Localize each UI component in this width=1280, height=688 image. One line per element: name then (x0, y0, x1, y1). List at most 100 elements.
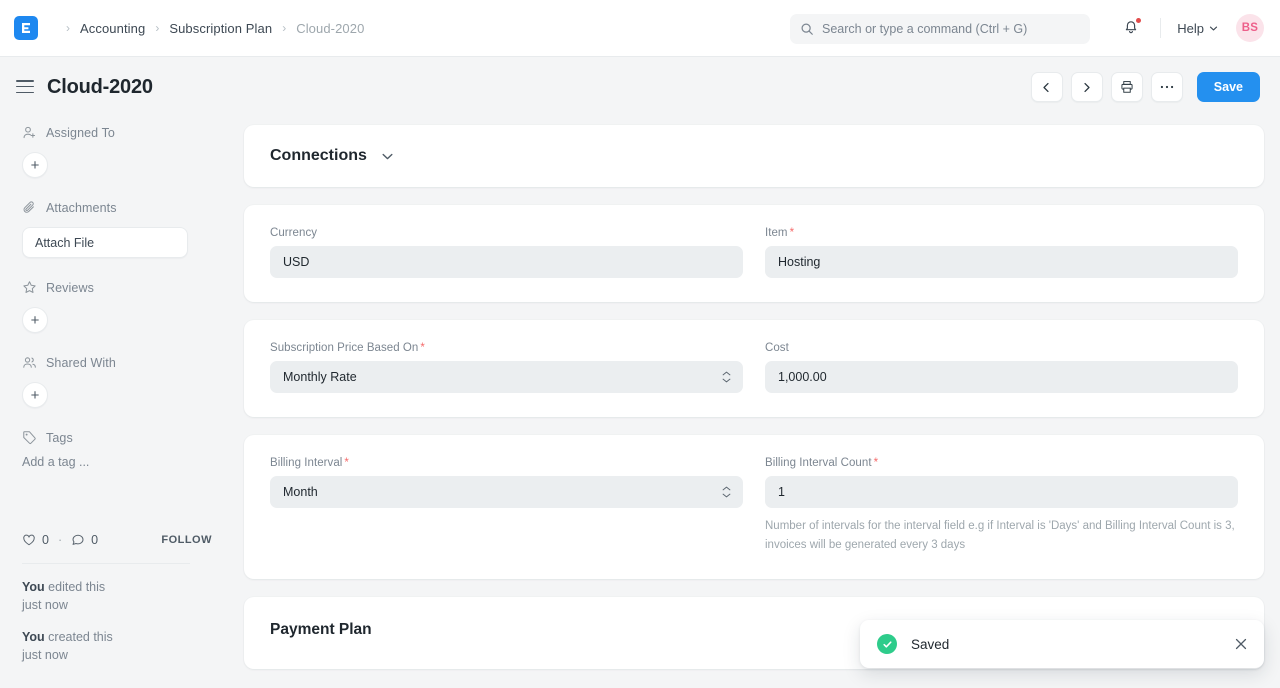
add-share-button[interactable]: + (22, 382, 48, 408)
add-assignment-button[interactable]: + (22, 152, 48, 178)
sidebar-section-reviews: Reviews + (22, 280, 212, 333)
activity-actor: You (22, 630, 45, 644)
like-button[interactable]: 0 (22, 533, 49, 547)
field-item: Item* Hosting (765, 227, 1238, 278)
comment-icon (71, 533, 85, 547)
help-menu[interactable]: Help (1177, 21, 1218, 36)
required-indicator: * (344, 457, 349, 469)
currency-input[interactable]: USD (270, 246, 743, 278)
breadcrumb-item-subscription-plan[interactable]: Subscription Plan (169, 21, 272, 36)
global-search[interactable] (790, 14, 1090, 44)
heart-icon (22, 533, 36, 547)
user-plus-icon (22, 125, 37, 140)
field-cost: Cost 1,000.00 (765, 342, 1238, 393)
field-label: Currency (270, 227, 743, 239)
toast-message: Saved (911, 637, 949, 652)
field-billing-interval: Billing Interval* Month (270, 457, 743, 555)
field-value: 1 (778, 485, 785, 499)
activity-entry: You edited this just now (22, 578, 212, 614)
activity-time: just now (22, 646, 212, 664)
tag-icon (22, 430, 37, 445)
add-review-button[interactable]: + (22, 307, 48, 333)
field-label-text: Subscription Price Based On (270, 342, 418, 354)
attach-file-button[interactable]: Attach File plus-icon (22, 227, 188, 258)
field-value: USD (283, 255, 309, 269)
field-section-price-cost: Subscription Price Based On* Monthly Rat… (244, 320, 1264, 417)
attachments-label: Attachments (46, 201, 117, 215)
item-input[interactable]: Hosting (765, 246, 1238, 278)
select-stepper-icon (722, 486, 731, 498)
navbar-divider (1160, 18, 1161, 38)
page-header: Cloud-2020 Save (0, 57, 1280, 117)
close-icon[interactable] (1234, 637, 1248, 651)
page-scroll-area[interactable]: Assigned To + Attachments Attach File pl… (0, 117, 1280, 688)
sidebar-section-assigned-to: Assigned To + (22, 125, 212, 178)
breadcrumb-item-current: Cloud-2020 (296, 21, 364, 36)
connections-toggle[interactable]: Connections (270, 147, 1238, 165)
field-value: Monthly Rate (283, 370, 357, 384)
assigned-to-header: Assigned To (22, 125, 212, 140)
field-label: Billing Interval Count* (765, 457, 1238, 469)
subscription-price-based-on-select[interactable]: Monthly Rate (270, 361, 743, 393)
add-tag-input[interactable]: Add a tag ... (22, 455, 212, 469)
field-subscription-price-based-on: Subscription Price Based On* Monthly Rat… (270, 342, 743, 393)
reaction-bar: 0 · 0 FOLLOW (22, 533, 212, 547)
field-value: Month (283, 485, 318, 499)
breadcrumb-item-accounting[interactable]: Accounting (80, 21, 145, 36)
page-body: Assigned To + Attachments Attach File pl… (0, 117, 1280, 687)
follow-button[interactable]: FOLLOW (161, 534, 212, 546)
hamburger-icon[interactable] (16, 80, 34, 94)
chevron-down-icon (381, 150, 394, 163)
toast-notification: Saved (860, 620, 1264, 668)
prev-document-button[interactable] (1031, 72, 1063, 102)
reaction-separator: · (58, 533, 62, 547)
sidebar-section-tags: Tags Add a tag ... (22, 430, 212, 469)
field-help-text: Number of intervals for the interval fie… (765, 517, 1238, 555)
field-label-text: Billing Interval (270, 457, 342, 469)
notification-badge (1136, 18, 1141, 23)
form-content: Connections Currency USD Item* (212, 117, 1264, 687)
form-sidebar: Assigned To + Attachments Attach File pl… (16, 117, 212, 687)
sidebar-divider (22, 563, 190, 564)
breadcrumb-separator: › (66, 22, 70, 34)
comment-button[interactable]: 0 (71, 533, 98, 547)
star-icon (22, 280, 37, 295)
field-section-currency-item: Currency USD Item* Hosting (244, 205, 1264, 302)
help-label: Help (1177, 21, 1204, 36)
connections-card: Connections (244, 125, 1264, 187)
select-stepper-icon (722, 371, 731, 383)
field-value: Hosting (778, 255, 820, 269)
breadcrumb-separator: › (282, 22, 286, 34)
search-input[interactable] (822, 22, 1080, 36)
billing-interval-select[interactable]: Month (270, 476, 743, 508)
search-icon (800, 22, 814, 36)
printer-icon[interactable] (1111, 72, 1143, 102)
field-label: Item* (765, 227, 1238, 239)
avatar[interactable]: BS (1236, 14, 1264, 42)
activity-actor: You (22, 580, 45, 594)
check-circle-icon (877, 634, 897, 654)
shared-with-label: Shared With (46, 356, 116, 370)
connections-title: Connections (270, 147, 367, 165)
field-label-text: Cost (765, 342, 789, 354)
reviews-label: Reviews (46, 281, 94, 295)
assigned-to-label: Assigned To (46, 126, 115, 140)
attachments-header: Attachments (22, 200, 212, 215)
bell-icon[interactable] (1122, 18, 1142, 38)
save-button[interactable]: Save (1197, 72, 1260, 102)
shared-with-header: Shared With (22, 355, 212, 370)
next-document-button[interactable] (1071, 72, 1103, 102)
cost-input[interactable]: 1,000.00 (765, 361, 1238, 393)
top-navbar: › Accounting › Subscription Plan › Cloud… (0, 0, 1280, 57)
required-indicator: * (420, 342, 425, 354)
users-icon (22, 355, 37, 370)
required-indicator: * (790, 227, 795, 239)
sidebar-footer: 0 · 0 FOLLOW You edited this just now (22, 533, 212, 664)
field-label-text: Currency (270, 227, 317, 239)
billing-interval-count-input[interactable]: 1 (765, 476, 1238, 508)
ellipsis-icon[interactable] (1151, 72, 1183, 102)
page-title: Cloud-2020 (47, 76, 153, 99)
erpnext-logo-icon[interactable] (14, 16, 38, 40)
sidebar-section-attachments: Attachments Attach File plus-icon (22, 200, 212, 258)
field-label: Cost (765, 342, 1238, 354)
